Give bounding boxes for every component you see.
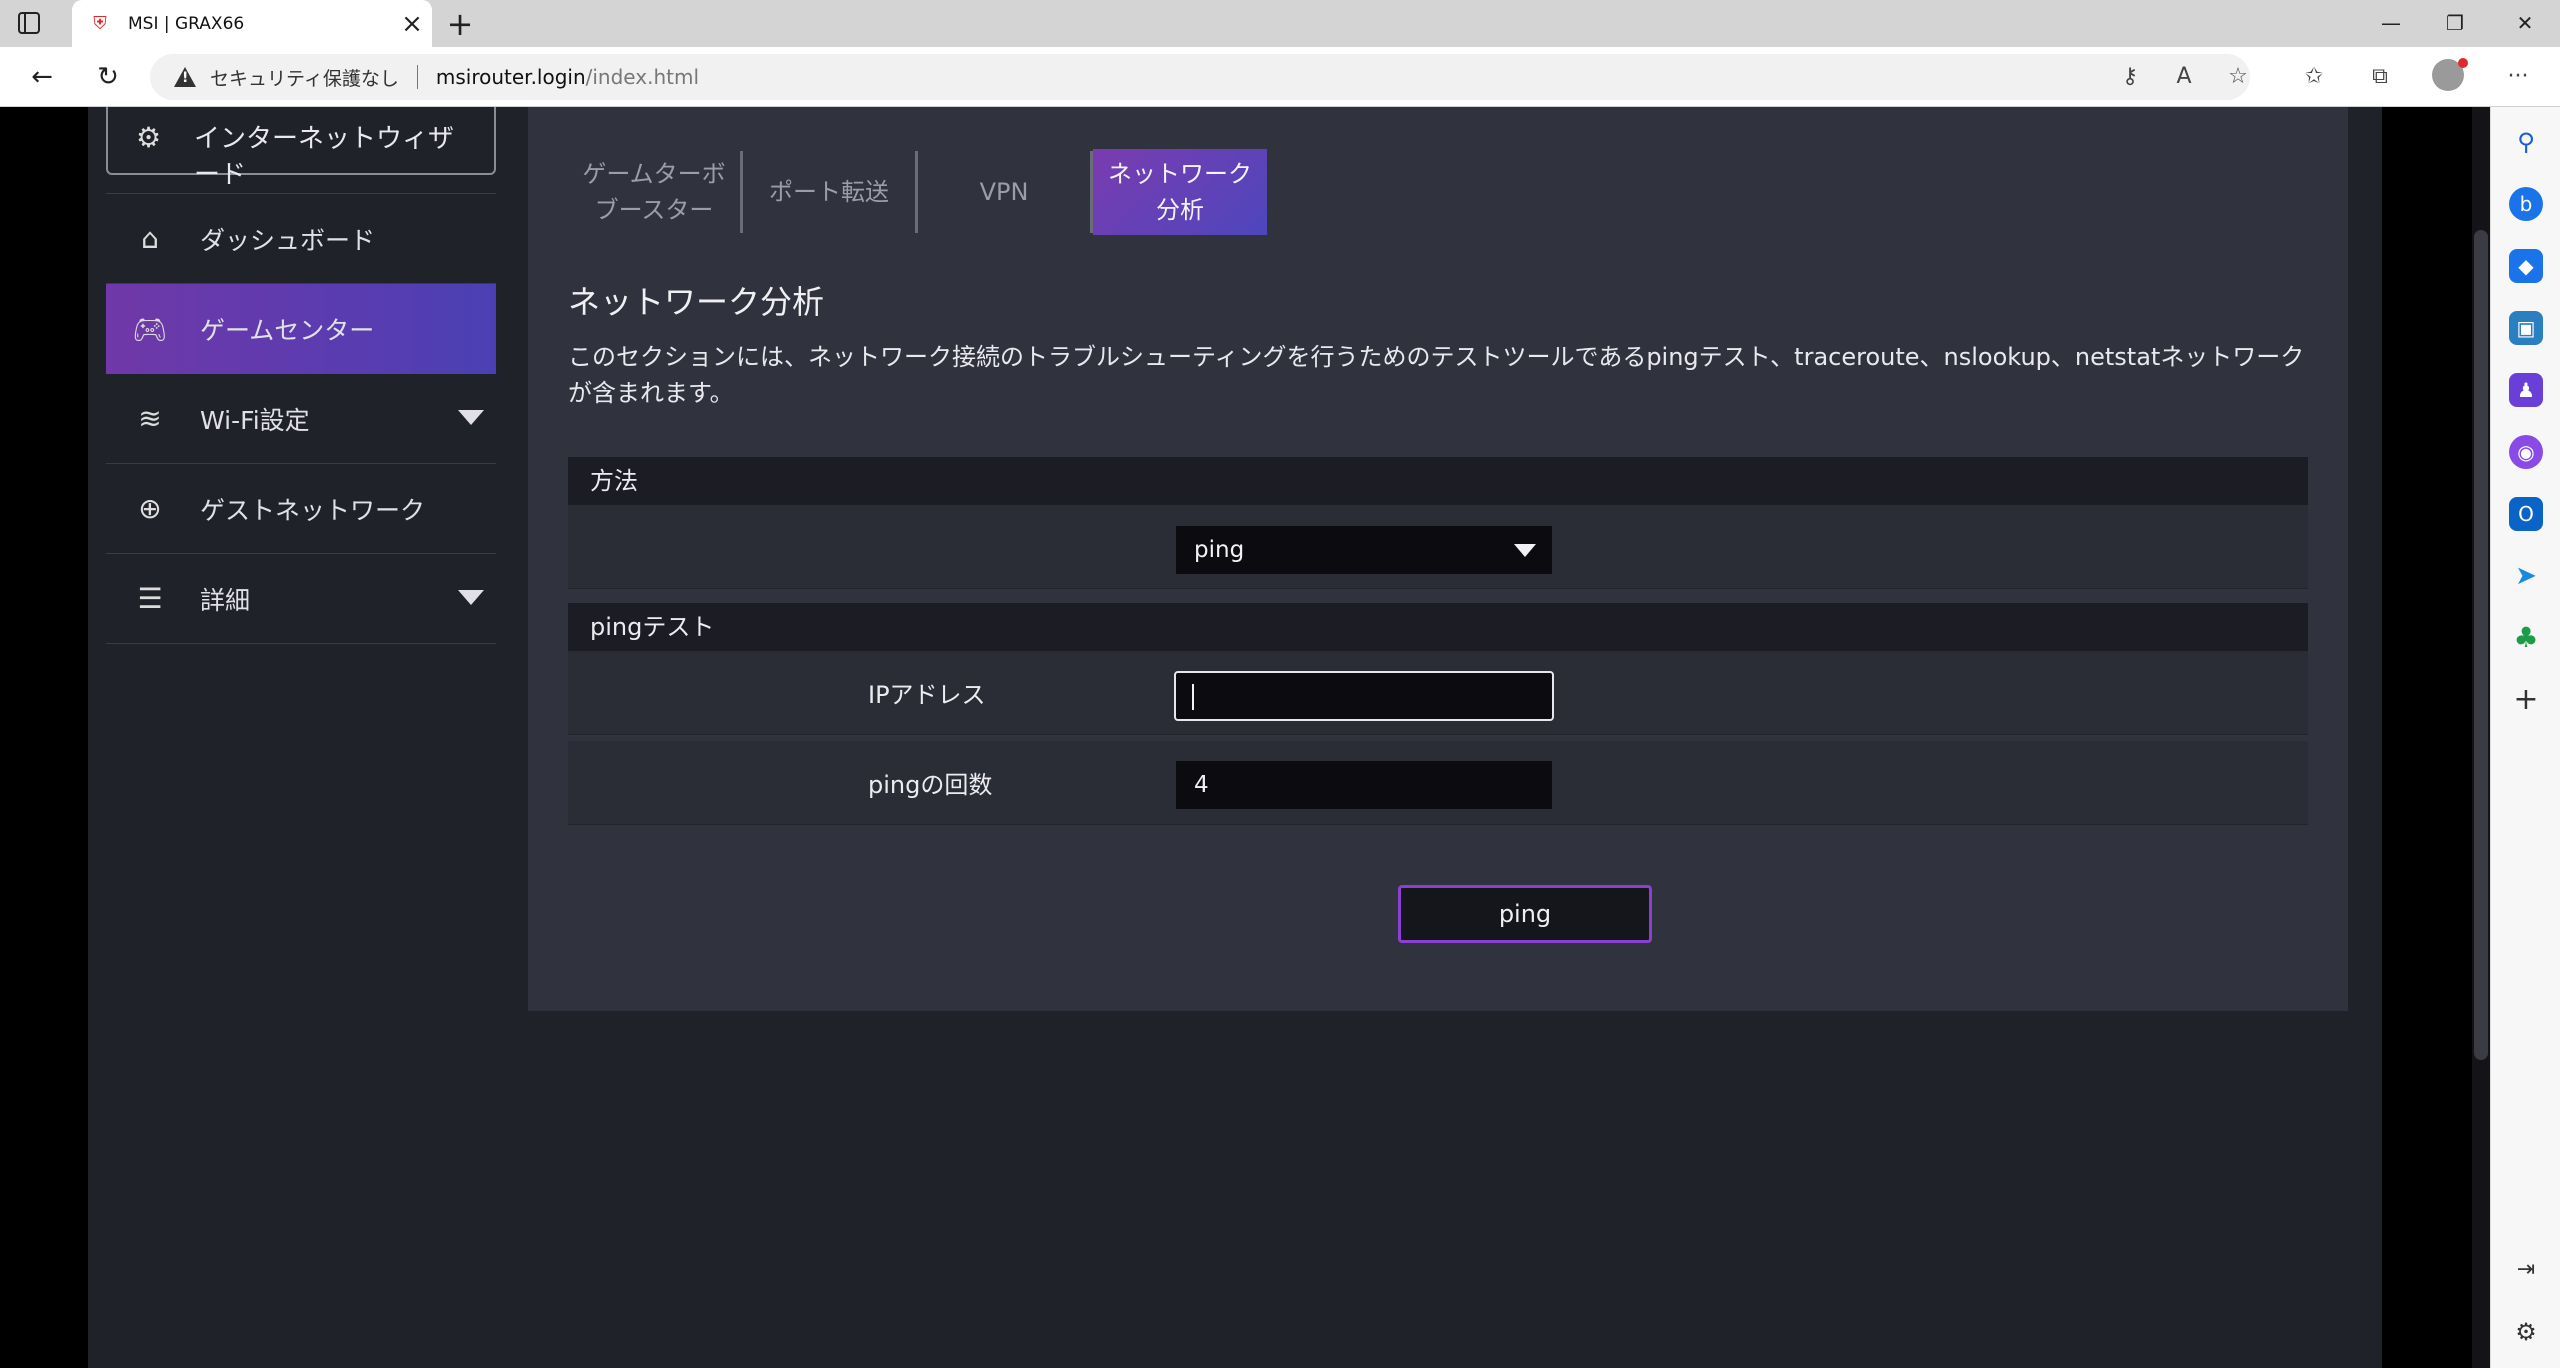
sidebar-item-label: ゲームセンター (200, 316, 375, 345)
tab-label: ゲームターボブースター (582, 160, 726, 224)
new-tab-plus-icon[interactable]: + (440, 4, 480, 44)
tab-port-forwarding[interactable]: ポート転送 (743, 149, 915, 235)
edge-sidebar: ⚲ b ◆ ▣ ♟ ◉ O ➤ ♣ + ⇥ ⚙ (2490, 107, 2560, 1368)
method-row: ping (568, 505, 2308, 589)
tab-game-turbo-booster[interactable]: ゲームターボブースター (568, 149, 740, 235)
ping-count-input[interactable]: 4 (1176, 761, 1552, 809)
section-title: ネットワーク分析 (568, 283, 825, 321)
globe-icon: ⊕ (138, 492, 162, 525)
favorites-icon[interactable]: ✩ (2294, 57, 2334, 97)
sidebar-item-label: ゲストネットワーク (200, 495, 426, 525)
tab-label: VPN (979, 178, 1029, 206)
sidebar-item-label: ダッシュボード (200, 225, 376, 255)
tab-network-analysis[interactable]: ネットワーク分析 (1093, 149, 1267, 235)
home-icon: ⌂ (141, 222, 159, 255)
url-host: msirouter.login (435, 65, 586, 89)
browser-tab-bar: ⛨ MSI | GRAX66 × + — ❐ ✕ (0, 0, 2560, 47)
chevron-down-icon[interactable] (458, 590, 484, 605)
dropdown-caret-icon (1514, 544, 1536, 557)
bing-chat-icon[interactable]: b (2509, 187, 2543, 221)
sidebar-item-wifi-settings[interactable]: ≋ Wi-Fi設定 (106, 374, 496, 464)
warning-triangle-icon[interactable] (174, 67, 196, 87)
method-select[interactable]: ping (1176, 526, 1552, 574)
hide-sidebar-icon[interactable]: ⇥ (2509, 1253, 2543, 1287)
microsoft-365-icon[interactable]: ◉ (2509, 435, 2543, 469)
add-sidebar-plus-icon[interactable]: + (2509, 683, 2543, 717)
internet-wizard-label: インターネットウィザード (194, 124, 455, 190)
tree-icon[interactable]: ♣ (2509, 621, 2543, 655)
sidebar-item-label: Wi-Fi設定 (200, 405, 310, 435)
router-app: ⚙ インターネットウィザード ⌂ ダッシュボード 🎮︎ ゲームセンター ≋ Wi… (88, 107, 2382, 1368)
sidebar-item-guest-network[interactable]: ⊕ ゲストネットワーク (106, 464, 496, 554)
sidebar-item-advanced[interactable]: ☰ 詳細 (106, 554, 496, 644)
internet-wizard-button[interactable]: ⚙ インターネットウィザード (106, 107, 496, 190)
msi-shield-icon: ⛨ (93, 12, 107, 34)
key-icon[interactable]: ⚷ (2110, 57, 2150, 97)
method-header: 方法 (568, 457, 2308, 505)
close-tab-icon[interactable]: × (392, 4, 432, 44)
send-arrow-icon[interactable]: ➤ (2509, 559, 2543, 593)
games-icon[interactable]: ♟ (2509, 373, 2543, 407)
search-icon[interactable]: ⚲ (2509, 125, 2543, 159)
network-analysis-panel: ゲームターボブースター ポート転送 VPN ネットワーク分析 ネットワーク分析 … (528, 107, 2348, 1011)
ping-button[interactable]: ping (1398, 885, 1652, 943)
gamepad-icon: 🎮︎ (132, 312, 168, 346)
outlook-icon[interactable]: O (2509, 497, 2543, 531)
router-page: ⚙ インターネットウィザード ⌂ ダッシュボード 🎮︎ ゲームセンター ≋ Wi… (0, 107, 2472, 1368)
wifi-icon: ≋ (138, 402, 162, 435)
more-menu-icon[interactable]: ··· (2498, 57, 2538, 97)
sidebar-settings-gear-icon[interactable]: ⚙ (2509, 1315, 2543, 1349)
collections-icon[interactable]: ⧉ (2360, 57, 2400, 97)
window-close-icon[interactable]: ✕ (2490, 0, 2560, 47)
tools-briefcase-icon[interactable]: ▣ (2509, 311, 2543, 345)
section-description: このセクションには、ネットワーク接続のトラブルシューティングを行うためのテストツ… (568, 343, 2305, 407)
tab-label: ポート転送 (769, 178, 889, 206)
gear-icon: ⚙ (136, 121, 162, 154)
minimize-icon[interactable]: — (2356, 0, 2426, 47)
method-selected-value: ping (1194, 537, 1245, 563)
url-separator (416, 65, 418, 89)
ip-address-row: IPアドレス (568, 651, 2308, 735)
ping-count-row: pingの回数 4 (568, 741, 2308, 825)
chevron-down-icon[interactable] (458, 410, 484, 425)
sliders-icon: ☰ (137, 582, 163, 615)
url-path: /index.html (585, 65, 700, 89)
ping-count-label: pingの回数 (868, 771, 993, 799)
ip-address-label: IPアドレス (868, 681, 986, 709)
url-omnibox[interactable]: セキュリティ保護なし msirouter.login /index.html (150, 54, 2250, 100)
back-arrow-icon[interactable]: ← (22, 57, 62, 97)
browser-tab-active[interactable]: ⛨ MSI | GRAX66 × (72, 0, 432, 47)
tab-title: MSI | GRAX66 (128, 13, 245, 34)
refresh-icon[interactable]: ↻ (88, 57, 128, 97)
restore-icon[interactable]: ❐ (2420, 0, 2490, 47)
ping-test-header: pingテスト (568, 603, 2308, 651)
sidebar-item-label: 詳細 (200, 585, 251, 615)
tab-label: ネットワーク分析 (1108, 160, 1252, 224)
read-aloud-icon[interactable]: A (2164, 57, 2204, 97)
shopping-tag-icon[interactable]: ◆ (2509, 249, 2543, 283)
tab-vpn[interactable]: VPN (918, 149, 1090, 235)
add-favorite-icon[interactable]: ☆ (2218, 57, 2258, 97)
ip-address-input[interactable] (1174, 671, 1554, 721)
sidebar-item-dashboard[interactable]: ⌂ ダッシュボード (106, 194, 496, 284)
sidebar-item-game-center[interactable]: 🎮︎ ゲームセンター (106, 284, 496, 374)
page-scrollbar-thumb[interactable] (2474, 230, 2488, 1060)
address-bar: ← ↻ セキュリティ保護なし msirouter.login /index.ht… (0, 47, 2560, 107)
profile-notification-dot (2458, 58, 2468, 68)
tab-actions-icon[interactable] (18, 12, 40, 34)
text-cursor (1192, 684, 1194, 710)
security-status[interactable]: セキュリティ保護なし (210, 64, 399, 91)
